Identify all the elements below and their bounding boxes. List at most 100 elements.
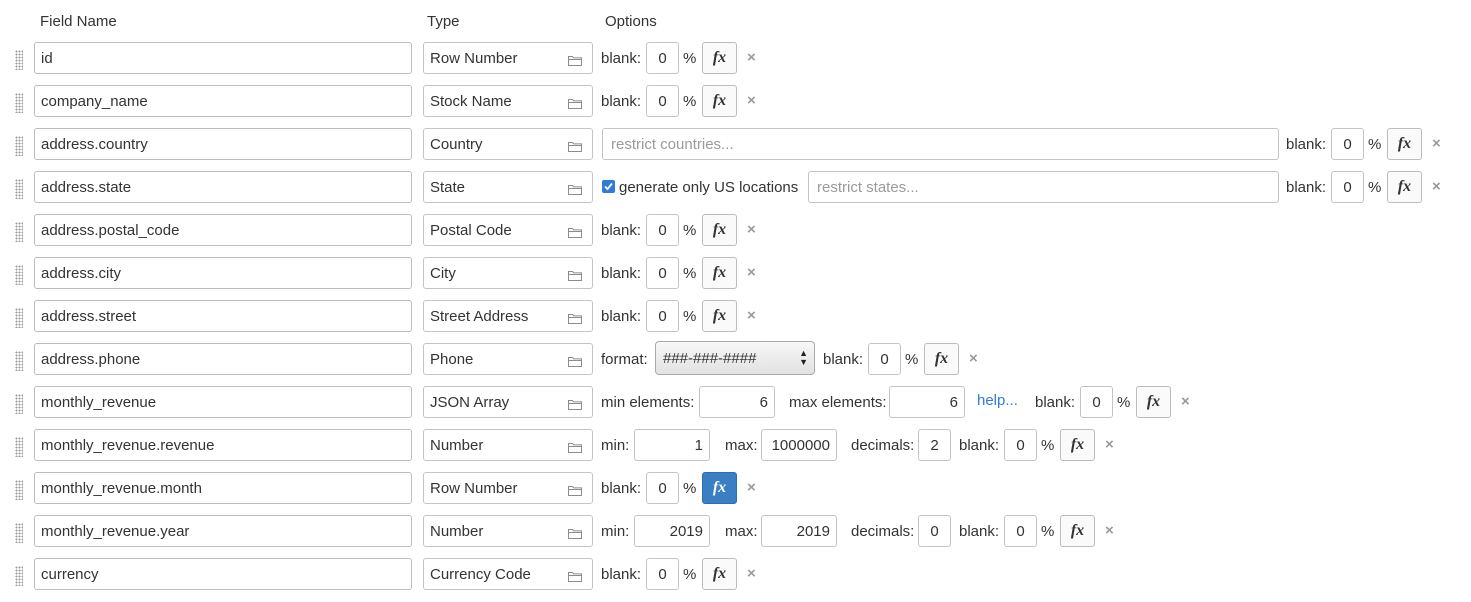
close-icon[interactable]: × [1105,522,1114,539]
folder-icon [568,182,582,195]
restrict-countries-input[interactable] [602,128,1279,160]
blank-percent-input[interactable] [1004,429,1037,461]
restrict-states-input[interactable] [808,171,1279,203]
field-name-input[interactable] [34,300,412,332]
close-icon[interactable]: × [1105,436,1114,453]
fx-icon[interactable]: fx [1060,429,1095,461]
drag-handle-icon[interactable] [15,480,23,500]
field-row: JSON Array min elements: max elements: help… [0,386,1471,429]
fx-icon[interactable]: fx [702,472,737,504]
folder-icon [568,225,582,238]
fx-icon[interactable]: fx [702,85,737,117]
field-name-input[interactable] [34,171,412,203]
generate-us-checkbox[interactable] [602,180,615,193]
drag-handle-icon[interactable] [15,308,23,328]
type-selector[interactable]: Number [423,429,593,461]
fx-icon[interactable]: fx [702,257,737,289]
decimals-input[interactable] [918,429,951,461]
min-input[interactable] [634,515,710,547]
fx-icon[interactable]: fx [702,558,737,590]
field-name-input[interactable] [34,85,412,117]
fx-icon[interactable]: fx [1387,171,1422,203]
field-name-input[interactable] [34,214,412,246]
close-icon[interactable]: × [1432,135,1441,152]
field-name-input[interactable] [34,257,412,289]
close-icon[interactable]: × [747,49,756,66]
drag-handle-icon[interactable] [15,222,23,242]
field-name-input[interactable] [34,343,412,375]
drag-handle-icon[interactable] [15,93,23,113]
max-elements-input[interactable] [889,386,965,418]
type-selector[interactable]: JSON Array [423,386,593,418]
fx-icon[interactable]: fx [702,214,737,246]
drag-handle-icon[interactable] [15,179,23,199]
min-elements-input[interactable] [699,386,775,418]
close-icon[interactable]: × [747,264,756,281]
blank-label: blank: [601,308,642,325]
fx-icon[interactable]: fx [702,42,737,74]
fx-icon[interactable]: fx [1387,128,1422,160]
field-name-input[interactable] [34,128,412,160]
field-name-input[interactable] [34,472,412,504]
drag-handle-icon[interactable] [15,523,23,543]
blank-percent-input[interactable] [1331,171,1364,203]
close-icon[interactable]: × [969,350,978,367]
drag-handle-icon[interactable] [15,351,23,371]
type-selector[interactable]: Number [423,515,593,547]
blank-label: blank: [601,93,642,110]
type-selector[interactable]: Currency Code [423,558,593,590]
blank-percent-input[interactable] [1331,128,1364,160]
type-selector[interactable]: City [423,257,593,289]
drag-handle-icon[interactable] [15,437,23,457]
field-name-input[interactable] [34,386,412,418]
close-icon[interactable]: × [747,92,756,109]
close-icon[interactable]: × [747,307,756,324]
type-selector[interactable]: Phone [423,343,593,375]
drag-handle-icon[interactable] [15,566,23,586]
type-selector[interactable]: Row Number [423,42,593,74]
fx-icon[interactable]: fx [702,300,737,332]
blank-percent-input[interactable] [646,472,679,504]
drag-handle-icon[interactable] [15,394,23,414]
type-selector[interactable]: Row Number [423,472,593,504]
type-selector[interactable]: Stock Name [423,85,593,117]
help-link[interactable]: help... [977,392,1018,409]
type-label: Number [430,437,484,454]
max-label: max: [725,437,758,454]
blank-percent-input[interactable] [1004,515,1037,547]
blank-percent-input[interactable] [646,257,679,289]
close-icon[interactable]: × [747,221,756,238]
type-selector[interactable]: Postal Code [423,214,593,246]
min-input[interactable] [634,429,710,461]
decimals-input[interactable] [918,515,951,547]
close-icon[interactable]: × [1432,178,1441,195]
blank-percent-input[interactable] [646,42,679,74]
fx-icon[interactable]: fx [1060,515,1095,547]
field-row: City blank:% fx × [0,257,1471,300]
drag-handle-icon[interactable] [15,136,23,156]
blank-percent-input[interactable] [646,300,679,332]
close-icon[interactable]: × [747,565,756,582]
blank-percent-input[interactable] [646,558,679,590]
field-name-input[interactable] [34,429,412,461]
type-selector[interactable]: State [423,171,593,203]
blank-percent-input[interactable] [1080,386,1113,418]
type-selector[interactable]: Street Address [423,300,593,332]
type-label: Postal Code [430,222,512,239]
field-name-input[interactable] [34,515,412,547]
blank-percent-input[interactable] [646,85,679,117]
type-selector[interactable]: Country [423,128,593,160]
blank-percent-input[interactable] [646,214,679,246]
format-select[interactable]: ###-###-#### ▲ ▼ [655,341,815,375]
blank-percent-input[interactable] [868,343,901,375]
close-icon[interactable]: × [747,479,756,496]
fx-icon[interactable]: fx [1136,386,1171,418]
max-input[interactable] [761,429,837,461]
drag-handle-icon[interactable] [15,50,23,70]
field-name-input[interactable] [34,558,412,590]
field-name-input[interactable] [34,42,412,74]
max-input[interactable] [761,515,837,547]
fx-icon[interactable]: fx [924,343,959,375]
close-icon[interactable]: × [1181,393,1190,410]
drag-handle-icon[interactable] [15,265,23,285]
